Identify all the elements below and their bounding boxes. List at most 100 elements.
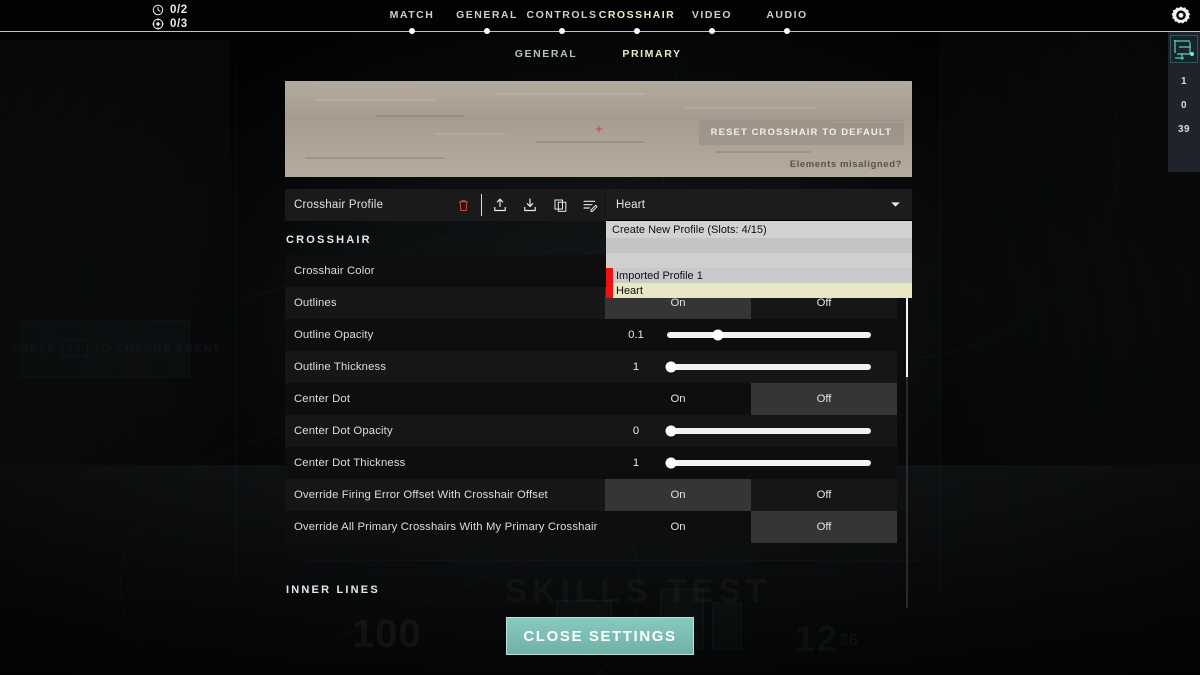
reset-crosshair-button[interactable]: RESET CROSSHAIR TO DEFAULT bbox=[698, 120, 904, 145]
gear-icon[interactable] bbox=[1170, 5, 1192, 27]
minimap-icon[interactable] bbox=[1170, 35, 1198, 63]
center-dot-opacity-value: 0 bbox=[632, 425, 640, 437]
preview-texture bbox=[375, 115, 465, 117]
crosshair-preview: RESET CROSSHAIR TO DEFAULT Elements misa… bbox=[285, 81, 912, 177]
objective-counter: 0/3 bbox=[152, 18, 188, 30]
center-dot-off-option[interactable]: Off bbox=[751, 383, 897, 415]
setting-label: Center Dot Opacity bbox=[294, 425, 393, 437]
minimap-line bbox=[1175, 57, 1184, 59]
copy-icon bbox=[554, 199, 566, 212]
override-firing-error-on-option[interactable]: On bbox=[605, 479, 751, 511]
inner-lines-section-title: INNER LINES bbox=[286, 584, 380, 596]
dropdown-item-label: Create New Profile (Slots: 4/15) bbox=[612, 223, 767, 236]
import-profile-button[interactable] bbox=[485, 189, 515, 221]
edit-list-icon bbox=[583, 200, 598, 212]
setting-label: Crosshair Color bbox=[294, 265, 375, 277]
setting-row-outline-thickness: Outline Thickness 1 bbox=[285, 351, 897, 383]
export-profile-button[interactable] bbox=[515, 189, 545, 221]
round-timer-value: 0/2 bbox=[170, 4, 188, 16]
game-settings-screen: SKILLS TEST 100 1236 PRESS F2 TO CHANGE … bbox=[0, 0, 1200, 675]
objective-value: 0/3 bbox=[170, 18, 188, 30]
preview-texture bbox=[495, 93, 645, 95]
setting-control: 0 bbox=[605, 415, 897, 447]
duplicate-profile-button[interactable] bbox=[545, 189, 575, 221]
profile-dropdown-selected: Heart bbox=[616, 198, 646, 211]
dropdown-item-imported-profile-1[interactable]: Imported Profile 1 bbox=[606, 268, 912, 283]
setting-control: 1 bbox=[605, 447, 897, 479]
tab-dot-crosshair bbox=[634, 28, 640, 34]
chevron-down-icon bbox=[891, 202, 900, 207]
trash-icon bbox=[458, 199, 468, 211]
setting-label: Override All Primary Crosshairs With My … bbox=[294, 521, 598, 533]
tab-dot-match bbox=[409, 28, 415, 34]
override-firing-error-off-option[interactable]: Off bbox=[751, 479, 897, 511]
crosshair-preview-marker bbox=[595, 125, 602, 133]
toolbar-divider bbox=[481, 194, 482, 216]
tab-dot-controls bbox=[559, 28, 565, 34]
tab-crosshair[interactable]: CROSSHAIR bbox=[599, 9, 676, 21]
outline-thickness-slider[interactable] bbox=[665, 361, 871, 373]
hud-value-2: 0 bbox=[1180, 100, 1188, 111]
setting-row-center-dot-thickness: Center Dot Thickness 1 bbox=[285, 447, 897, 479]
dropdown-item-empty-slot[interactable] bbox=[606, 253, 912, 268]
setting-label: Outline Opacity bbox=[294, 329, 374, 341]
target-icon bbox=[152, 18, 164, 30]
rename-profile-button[interactable] bbox=[575, 189, 605, 221]
center-dot-thickness-value: 1 bbox=[632, 457, 640, 469]
tab-controls[interactable]: CONTROLS bbox=[527, 9, 598, 21]
minimap-player-dot bbox=[1190, 52, 1194, 56]
override-all-primary-on-option[interactable]: On bbox=[605, 511, 751, 543]
round-timer-counter: 0/2 bbox=[152, 4, 188, 16]
outline-opacity-value: 0.1 bbox=[628, 329, 644, 341]
minimap-line bbox=[1174, 40, 1190, 42]
override-all-primary-toggle: On Off bbox=[605, 511, 897, 543]
subtab-general[interactable]: GENERAL bbox=[515, 48, 578, 60]
elements-misaligned-link[interactable]: Elements misaligned? bbox=[790, 159, 902, 170]
tab-general[interactable]: GENERAL bbox=[456, 9, 518, 21]
hud-value-3: 39 bbox=[1177, 124, 1191, 135]
center-dot-toggle: On Off bbox=[605, 383, 897, 415]
match-counters: 0/2 0/3 bbox=[152, 4, 188, 30]
override-all-primary-off-option[interactable]: Off bbox=[751, 511, 897, 543]
setting-control: On Off bbox=[605, 383, 897, 415]
minimap-line bbox=[1174, 40, 1176, 53]
dropdown-item-create-new-profile[interactable]: Create New Profile (Slots: 4/15) bbox=[606, 221, 912, 238]
crosshair-profile-label: Crosshair Profile bbox=[294, 199, 384, 211]
profile-dropdown-trigger[interactable]: Heart bbox=[606, 189, 912, 220]
setting-row-override-all-primary: Override All Primary Crosshairs With My … bbox=[285, 511, 897, 543]
download-icon bbox=[524, 198, 536, 212]
setting-control: On Off bbox=[605, 479, 897, 511]
slider-thumb[interactable] bbox=[665, 361, 677, 373]
subtab-primary[interactable]: PRIMARY bbox=[622, 48, 681, 60]
tab-match[interactable]: MATCH bbox=[390, 9, 435, 21]
tab-dot-video bbox=[709, 28, 715, 34]
slider-thumb[interactable] bbox=[712, 329, 724, 341]
setting-label: Center Dot Thickness bbox=[294, 457, 406, 469]
preview-texture bbox=[535, 141, 645, 143]
center-dot-thickness-slider[interactable] bbox=[665, 457, 871, 469]
outline-thickness-value: 1 bbox=[632, 361, 640, 373]
setting-row-center-dot-opacity: Center Dot Opacity 0 bbox=[285, 415, 897, 447]
setting-label: Center Dot bbox=[294, 393, 351, 405]
slider-thumb[interactable] bbox=[665, 425, 677, 437]
center-dot-on-option[interactable]: On bbox=[605, 383, 751, 415]
tab-dot-general bbox=[484, 28, 490, 34]
tab-video[interactable]: VIDEO bbox=[692, 9, 732, 21]
preview-texture bbox=[315, 99, 435, 101]
dropdown-item-empty-slot[interactable] bbox=[606, 238, 912, 253]
close-settings-button[interactable]: CLOSE SETTINGS bbox=[506, 617, 694, 655]
preview-texture bbox=[305, 157, 445, 159]
setting-row-center-dot: Center Dot On Off bbox=[285, 383, 897, 415]
profile-dropdown: Heart Create New Profile (Slots: 4/15) I… bbox=[606, 189, 912, 298]
center-dot-opacity-slider[interactable] bbox=[665, 425, 871, 437]
outline-opacity-slider[interactable] bbox=[667, 329, 871, 341]
hud-value-1: 1 bbox=[1180, 76, 1188, 87]
delete-profile-button[interactable] bbox=[448, 189, 478, 221]
crosshair-settings-list: Crosshair Color Outlines On Off Outline … bbox=[285, 255, 897, 543]
setting-row-override-firing-error: Override Firing Error Offset With Crossh… bbox=[285, 479, 897, 511]
tab-audio[interactable]: AUDIO bbox=[766, 9, 807, 21]
slider-thumb[interactable] bbox=[665, 457, 677, 469]
dropdown-item-heart[interactable]: Heart bbox=[606, 283, 912, 298]
setting-control: On Off bbox=[605, 511, 897, 543]
right-hud-panel: 1 0 39 bbox=[1168, 32, 1200, 172]
